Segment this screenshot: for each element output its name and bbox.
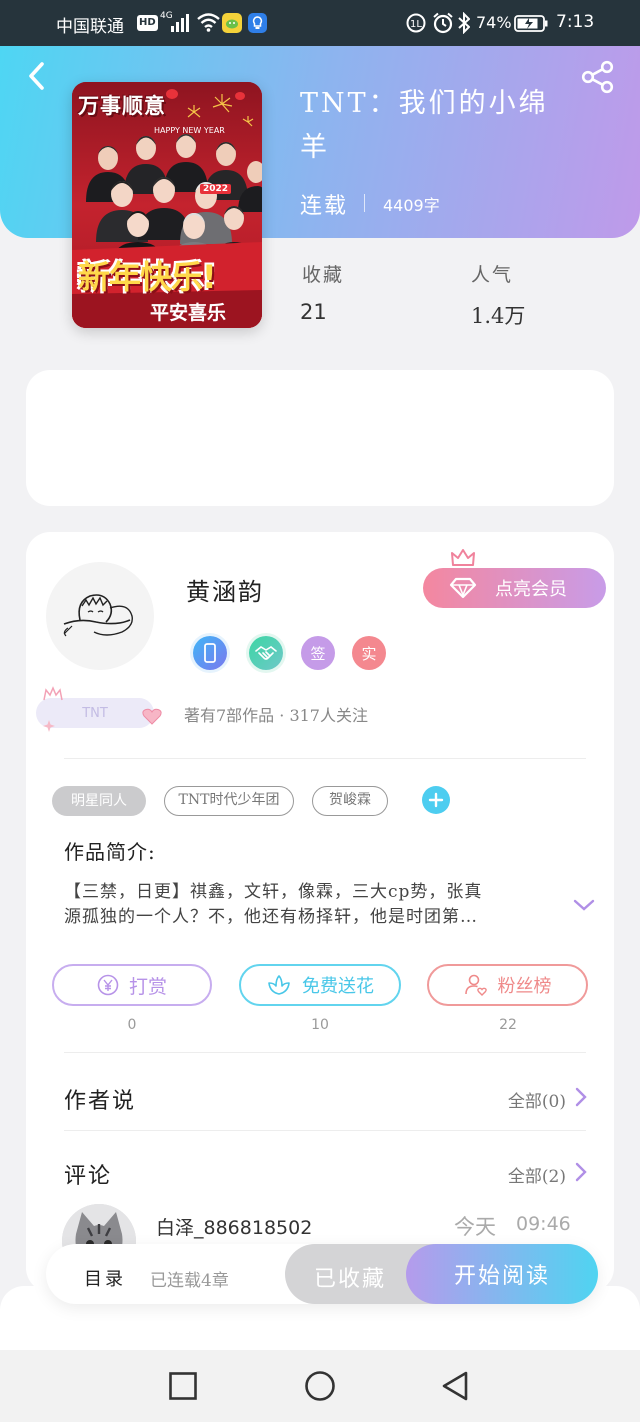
stat-label-popularity: 人气 xyxy=(471,264,514,286)
battery-percent: 74% xyxy=(476,13,512,32)
doodle-avatar-icon xyxy=(63,594,133,637)
tag-person[interactable]: 贺峻霖 xyxy=(312,786,388,816)
start-reading-button[interactable]: 开始阅读 xyxy=(406,1244,598,1304)
carrier-name: 中国联通 xyxy=(56,17,124,37)
empty-card xyxy=(26,370,614,506)
alarm-icon xyxy=(433,12,453,34)
send-flower-button[interactable]: 免费送花 xyxy=(239,964,401,1006)
verified-badge: 实 xyxy=(352,636,386,670)
diamond-icon xyxy=(449,577,477,599)
yen-coin-icon xyxy=(97,974,119,996)
cover-year: 2022 xyxy=(200,184,232,194)
fan-badge-label: TNT xyxy=(82,705,108,721)
comment-user-name[interactable]: 白泽_886818502 xyxy=(156,1213,312,1240)
flower-icon xyxy=(268,975,290,995)
divider xyxy=(64,1130,586,1131)
battery-icon xyxy=(514,15,548,32)
author-info: 著有7部作品 · 317人关注 xyxy=(184,706,368,725)
chevron-right-icon[interactable] xyxy=(574,1161,588,1183)
cover-bottom-text: 平安喜乐 xyxy=(150,302,227,324)
collected-button-label: 已收藏 xyxy=(314,1267,387,1292)
clock: 7:13 xyxy=(556,12,595,32)
toc-button[interactable]: 目录 xyxy=(84,1265,126,1291)
comments-link[interactable]: 全部(2) xyxy=(508,1162,566,1187)
phone-badge-icon xyxy=(193,636,227,670)
stat-value-popularity: 1.4万 xyxy=(471,304,526,328)
serial-status: 连载 xyxy=(300,194,349,219)
fan-count: 22 xyxy=(499,1017,517,1033)
crown-icon xyxy=(451,549,475,566)
author-says-title: 作者说 xyxy=(64,1089,137,1114)
home-icon[interactable] xyxy=(304,1370,336,1402)
stat-label-collect: 收藏 xyxy=(302,264,345,286)
cover-main-text: 新年快乐! xyxy=(78,258,217,296)
flower-count: 10 xyxy=(311,1017,329,1033)
app-notification-icon xyxy=(222,13,242,33)
divider xyxy=(64,758,586,759)
hd-indicator: HD xyxy=(137,15,158,31)
fan-ranking-icon xyxy=(464,974,487,996)
wifi-icon xyxy=(197,13,220,32)
status-divider xyxy=(364,194,365,212)
comment-day: 今天 xyxy=(454,1215,496,1239)
author-avatar[interactable] xyxy=(46,562,154,670)
nfc-icon: 1L xyxy=(406,13,426,33)
comment-time: 09:46 xyxy=(516,1213,571,1235)
tag-group[interactable]: TNT时代少年团 xyxy=(164,786,294,816)
sparkle-icon xyxy=(43,720,55,732)
synopsis-line-1: 【三禁，日更】祺鑫，文轩，像霖，三大cp势，张真 xyxy=(64,882,483,902)
plus-icon xyxy=(428,792,444,808)
cover-top-text: 万事顺意 xyxy=(78,94,166,118)
tip-count: 0 xyxy=(127,1017,137,1033)
signal-icon xyxy=(171,14,189,32)
synopsis-line-2: 源孤独的一个人？不，他还有杨择轩，他是时团第… xyxy=(64,907,478,927)
svg-text:1L: 1L xyxy=(410,19,422,30)
chevron-right-icon[interactable] xyxy=(574,1086,588,1108)
send-flower-button-label: 免费送花 xyxy=(302,976,374,997)
bluetooth-icon xyxy=(458,12,470,34)
author-name[interactable]: 黄涵韵 xyxy=(186,572,264,607)
tip-button[interactable]: 打赏 xyxy=(52,964,212,1006)
cover-banner-text: HAPPY NEW YEAR xyxy=(154,126,225,135)
sparkle-icon xyxy=(43,686,63,701)
heart-icon xyxy=(142,708,162,725)
word-count: 4409字 xyxy=(383,196,440,215)
chevron-left-icon[interactable] xyxy=(22,60,52,92)
divider xyxy=(64,1052,586,1053)
status-bar: 中国联通 HD 4G 1L 74% 7:13 xyxy=(0,0,640,46)
tip-button-label: 打赏 xyxy=(128,975,167,998)
member-button[interactable]: 点亮会员 xyxy=(423,568,606,608)
chevron-down-icon[interactable] xyxy=(572,896,596,914)
fan-ranking-button-label: 粉丝榜 xyxy=(497,976,552,997)
fan-ranking-button[interactable]: 粉丝榜 xyxy=(427,964,588,1006)
back-icon[interactable] xyxy=(440,1370,470,1402)
author-says-link[interactable]: 全部(0) xyxy=(508,1087,566,1112)
comments-title: 评论 xyxy=(64,1164,113,1189)
book-cover: 万事顺意 HAPPY NEW YEAR 2022 新年快乐! 平安喜乐 xyxy=(72,82,262,328)
recent-apps-icon[interactable] xyxy=(168,1371,198,1401)
add-tag-button[interactable] xyxy=(422,786,450,814)
chapter-count: 已连载4章 xyxy=(150,1271,229,1291)
signed-badge: 签 xyxy=(301,636,335,670)
book-title: TNT：我们的小绵羊 xyxy=(300,88,549,163)
synopsis-heading: 作品简介: xyxy=(64,840,156,864)
stat-value-collect: 21 xyxy=(300,300,327,324)
start-reading-label: 开始阅读 xyxy=(453,1264,550,1289)
handshake-badge-icon xyxy=(249,636,283,670)
share-icon[interactable] xyxy=(581,60,615,94)
member-button-label: 点亮会员 xyxy=(495,579,567,600)
app-notification-icon-2 xyxy=(248,13,267,33)
tag-genre[interactable]: 明星同人 xyxy=(52,786,146,816)
